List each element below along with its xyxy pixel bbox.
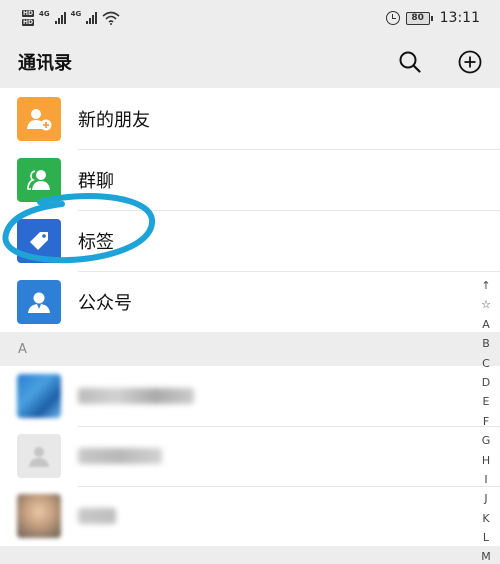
page-title: 通讯录	[18, 53, 72, 74]
index-letter[interactable]: B	[482, 334, 490, 353]
tag-icon	[17, 218, 61, 263]
search-icon	[399, 51, 421, 73]
index-letter[interactable]: C	[482, 354, 490, 373]
index-letter[interactable]: E	[483, 392, 490, 411]
contact-name-redacted	[78, 388, 194, 404]
row-label: 群聊	[78, 170, 114, 192]
section-header-next	[0, 546, 500, 564]
signal-icon	[54, 12, 66, 24]
avatar	[17, 374, 61, 418]
index-letter[interactable]: H	[482, 451, 490, 470]
status-right: 80 13:11	[385, 10, 480, 26]
group-chats-row[interactable]: 群聊	[0, 149, 500, 210]
network-type-a: 4G	[39, 10, 50, 18]
hd-badge: HD HD	[22, 10, 35, 26]
alarm-icon	[385, 11, 400, 25]
signal-icon	[86, 12, 98, 24]
search-button[interactable]	[398, 50, 422, 74]
row-label: 标签	[78, 231, 114, 253]
status-bar: HD HD 4G 4G 80 13:11	[0, 0, 500, 36]
group-chat-icon	[17, 157, 61, 202]
tags-row[interactable]: 标签	[0, 210, 500, 271]
official-accounts-row[interactable]: 公众号	[0, 271, 500, 332]
add-circle-icon	[458, 50, 482, 74]
index-letter[interactable]: F	[483, 412, 489, 431]
alphabet-index[interactable]: ↑ ☆ A B C D E F G H I J K L M	[478, 276, 494, 564]
index-letter[interactable]: M	[481, 547, 491, 564]
index-letter[interactable]: K	[482, 509, 489, 528]
avatar	[17, 494, 61, 538]
contact-name-redacted	[78, 448, 162, 464]
row-label: 公众号	[78, 292, 132, 314]
avatar	[17, 434, 61, 478]
add-button[interactable]	[458, 50, 482, 74]
index-letter[interactable]: ↑	[481, 276, 490, 295]
battery-level: 80	[411, 13, 424, 23]
index-letter[interactable]: G	[482, 431, 491, 450]
index-letter[interactable]: A	[482, 315, 490, 334]
status-time: 13:11	[439, 10, 480, 26]
contact-row[interactable]	[0, 366, 500, 426]
header-actions	[398, 50, 482, 74]
battery-icon: 80	[405, 11, 433, 25]
contact-name-redacted	[78, 508, 116, 524]
status-left: HD HD 4G 4G	[22, 9, 120, 27]
row-label: 新的朋友	[78, 109, 150, 131]
official-account-icon	[17, 279, 61, 324]
index-letter[interactable]: J	[484, 489, 487, 508]
add-friend-icon	[17, 96, 61, 141]
contact-row[interactable]	[0, 426, 500, 486]
network-type-b: 4G	[70, 10, 82, 18]
index-letter[interactable]: ☆	[481, 295, 491, 314]
wifi-icon	[102, 11, 120, 25]
index-letter[interactable]: L	[483, 528, 489, 547]
contact-list: 新的朋友 群聊 标签 公众号 A	[0, 88, 500, 564]
index-letter[interactable]: I	[484, 470, 487, 489]
new-friends-row[interactable]: 新的朋友	[0, 88, 500, 149]
app-header: 通讯录	[0, 36, 500, 88]
index-letter[interactable]: D	[482, 373, 490, 392]
section-header-a: A	[0, 332, 500, 366]
contact-row[interactable]	[0, 486, 500, 546]
